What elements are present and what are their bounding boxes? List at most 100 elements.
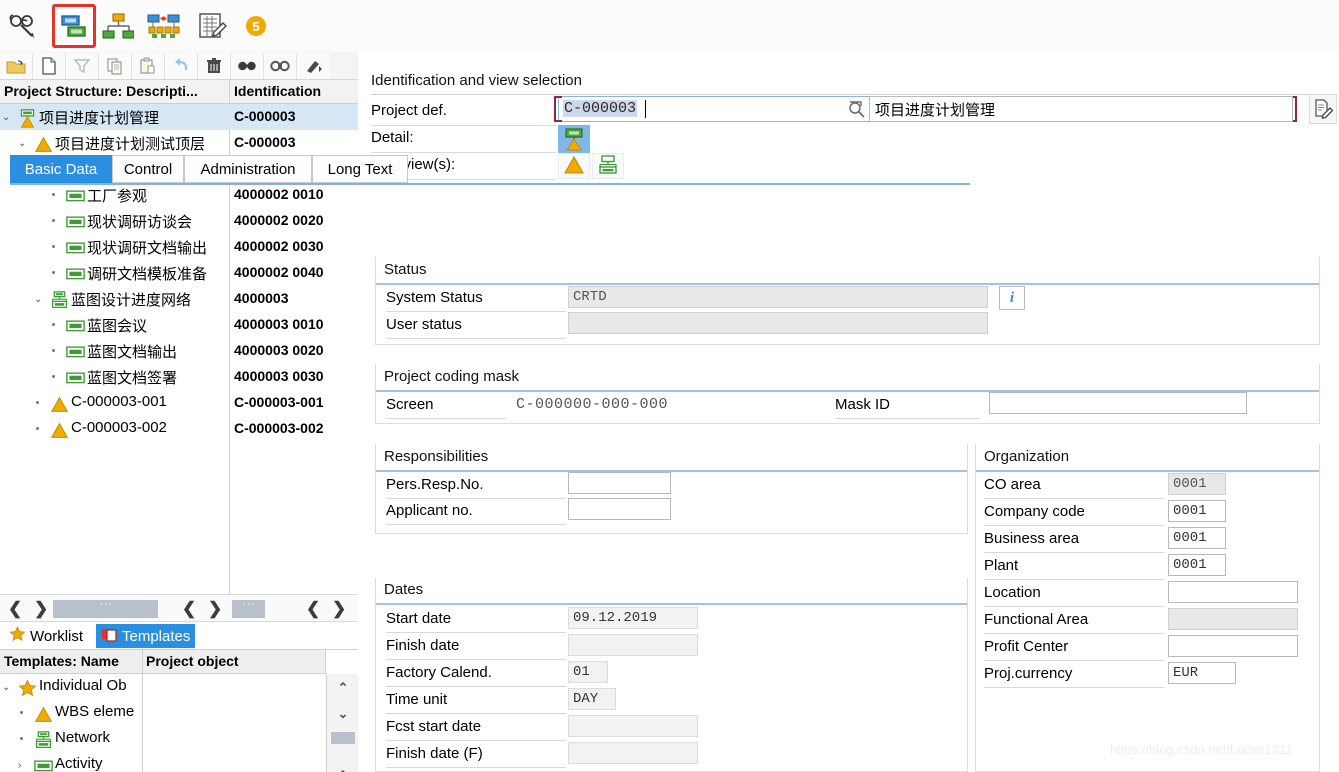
date-field-input[interactable]: DAY: [568, 688, 616, 710]
user-status-label: User status: [386, 316, 462, 333]
scroll-left-icon[interactable]: ❮: [8, 599, 22, 619]
find-next-icon[interactable]: [264, 52, 297, 79]
chevron-down-icon[interactable]: ⌄: [18, 138, 26, 149]
copy-icon[interactable]: [99, 52, 132, 79]
wbs-element-icon: [49, 394, 69, 414]
pers-resp-no-label: Pers.Resp.No.: [386, 476, 484, 493]
hierarchy-icon[interactable]: [98, 6, 138, 46]
tree-row[interactable]: 现状调研文档输出 4000002 0030: [0, 234, 358, 260]
org-field-label: Plant: [984, 557, 1019, 574]
date-field-input[interactable]: 01: [568, 661, 608, 683]
scroll-up-icon[interactable]: ⌃: [333, 680, 353, 700]
tree-row-name-cell: C-000003-001: [0, 390, 229, 416]
long-text-edit-icon[interactable]: [1309, 94, 1337, 124]
delete-trash-icon[interactable]: [198, 52, 231, 79]
tree-row[interactable]: 调研文档模板准备 4000002 0040: [0, 260, 358, 286]
scroll-down-icon[interactable]: ⌄: [333, 706, 353, 726]
scroll-up-icon-2[interactable]: ⌃: [333, 768, 353, 772]
tree-row[interactable]: C-000003-001 C-000003-001: [0, 390, 358, 416]
text-caret: [645, 100, 646, 118]
hscroll-thumb-1[interactable]: [53, 600, 158, 618]
tree-row-label: 工厂参观: [87, 188, 148, 205]
tree-row-identification: 4000002 0010: [234, 186, 324, 202]
vscroll-thumb[interactable]: [331, 732, 355, 744]
date-field-label: Finish date: [386, 637, 460, 654]
org-field-input[interactable]: EUR: [1168, 662, 1236, 684]
scroll-left-icon-2[interactable]: ❮: [182, 599, 196, 619]
glasses-pencil-icon[interactable]: [4, 6, 44, 46]
tab-basic-data[interactable]: Basic Data: [10, 155, 112, 183]
tree-row[interactable]: ⌄ 项目进度计划测试顶层 C-000003: [0, 130, 358, 156]
org-field-input[interactable]: 0001: [1168, 500, 1226, 522]
org-field-input[interactable]: [1168, 635, 1298, 657]
applicant-no-input[interactable]: [568, 498, 671, 520]
templates-column-divider[interactable]: [142, 650, 143, 674]
date-field-input[interactable]: [568, 715, 698, 737]
new-document-icon[interactable]: [33, 52, 66, 79]
tree-row-identification: 4000003 0010: [234, 316, 324, 332]
tree-bullet-icon: [52, 323, 55, 326]
tab-worklist[interactable]: Worklist: [4, 624, 88, 648]
tree-row[interactable]: 现状调研访谈会 4000002 0020: [0, 208, 358, 234]
org-field-input[interactable]: 0001: [1168, 527, 1226, 549]
worklist-icon[interactable]: [192, 6, 232, 46]
project-structure-identification-col-header[interactable]: Identification: [234, 83, 354, 99]
tree-row[interactable]: 蓝图文档签署 4000003 0030: [0, 364, 358, 390]
tab-control[interactable]: Control: [112, 155, 184, 183]
mask-id-input[interactable]: [989, 392, 1247, 414]
project-builder-icon[interactable]: [54, 6, 94, 46]
organization-section-title: Organization: [984, 448, 1070, 465]
templates-scrollbar[interactable]: ⌃ ⌄ ⌃ ⌄: [326, 674, 358, 772]
more-icon[interactable]: [297, 52, 330, 79]
date-field-input[interactable]: [568, 742, 698, 764]
scroll-right-icon[interactable]: ❯: [34, 599, 48, 619]
tree-bullet-icon: [36, 427, 39, 430]
project-definition-detail-icon[interactable]: [558, 125, 590, 153]
open-folder-icon[interactable]: [0, 52, 33, 79]
org-field-input[interactable]: 0001: [1168, 554, 1226, 576]
date-field-input[interactable]: [568, 634, 698, 656]
scroll-right-icon-3[interactable]: ❯: [332, 599, 346, 619]
templates-row[interactable]: › Activity: [0, 752, 142, 772]
info-icon[interactable]: i: [999, 286, 1025, 310]
chevron-down-icon[interactable]: ⌄: [2, 682, 10, 693]
tab-long-text[interactable]: Long Text: [312, 155, 408, 183]
tree-row[interactable]: ⌄ 项目进度计划管理 C-000003: [0, 104, 358, 130]
network-graphic-icon[interactable]: [144, 6, 184, 46]
chevron-down-icon[interactable]: ⌄: [34, 294, 42, 305]
org-field-rule: [984, 525, 1164, 526]
chevron-right-icon[interactable]: ›: [18, 760, 21, 771]
badge-5-icon[interactable]: 5: [236, 6, 276, 46]
hscroll-thumb-2[interactable]: [232, 600, 265, 618]
templates-tree[interactable]: ⌄ Individual Ob WBS eleme Network › Activit…: [0, 674, 358, 772]
tree-row[interactable]: 工厂参观 4000002 0010: [0, 182, 358, 208]
tree-row-name-cell: 现状调研访谈会: [0, 208, 229, 234]
templates-row[interactable]: WBS eleme: [0, 700, 142, 726]
templates-object-col-header[interactable]: Project object: [146, 653, 239, 669]
templates-row[interactable]: Network: [0, 726, 142, 752]
chevron-down-icon[interactable]: ⌄: [2, 112, 10, 123]
tab-templates[interactable]: Templates: [96, 624, 196, 648]
tree-row[interactable]: ⌄ 蓝图设计进度网络 4000003: [0, 286, 358, 312]
find-icon[interactable]: [231, 52, 264, 79]
search-help-icon[interactable]: [845, 96, 869, 122]
pers-resp-no-input[interactable]: [568, 472, 671, 494]
org-field-input[interactable]: [1168, 581, 1298, 603]
scroll-right-icon-2[interactable]: ❯: [208, 599, 222, 619]
tree-row[interactable]: 蓝图文档输出 4000003 0020: [0, 338, 358, 364]
column-divider[interactable]: [229, 80, 230, 104]
funnel-icon[interactable]: [66, 52, 99, 79]
templates-name-col-header[interactable]: Templates: Name: [4, 653, 119, 669]
tree-row-label: 调研文档模板准备: [87, 266, 208, 283]
templates-row[interactable]: ⌄ Individual Ob: [0, 674, 142, 700]
tree-bullet-icon: [20, 737, 23, 740]
tab-administration[interactable]: Administration: [184, 155, 312, 183]
scroll-left-icon-3[interactable]: ❮: [306, 599, 320, 619]
tree-row[interactable]: 蓝图会议 4000003 0010: [0, 312, 358, 338]
undo-icon[interactable]: [165, 52, 198, 79]
paste-icon[interactable]: [132, 52, 165, 79]
project-description-input[interactable]: 项目进度计划管理: [869, 96, 1293, 122]
project-structure-name-col-header[interactable]: Project Structure: Descripti...: [4, 83, 228, 99]
date-field-input[interactable]: 09.12.2019: [568, 607, 698, 629]
tree-row[interactable]: C-000003-002 C-000003-002: [0, 416, 358, 442]
